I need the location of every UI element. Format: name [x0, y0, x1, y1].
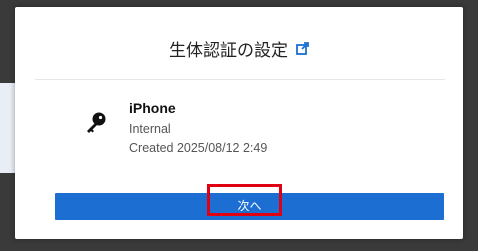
external-link-icon[interactable]: [296, 39, 309, 61]
device-created-date: Created 2025/08/12 2:49: [129, 141, 268, 155]
device-entry: iPhone Internal Created 2025/08/12 2:49: [129, 99, 267, 158]
key-icon: [85, 111, 107, 139]
dialog-title: 生体認証の設定: [169, 41, 288, 61]
next-button[interactable]: 次へ: [55, 193, 444, 220]
device-type: Internal: [129, 122, 171, 136]
biometric-setup-dialog: 生体認証の設定 iPhone Internal Created 2025/08/…: [15, 7, 463, 239]
dialog-divider: [35, 79, 445, 80]
device-name: iPhone: [129, 100, 176, 116]
dialog-title-row: 生体認証の設定: [15, 40, 463, 62]
next-button-label: 次へ: [237, 199, 262, 213]
